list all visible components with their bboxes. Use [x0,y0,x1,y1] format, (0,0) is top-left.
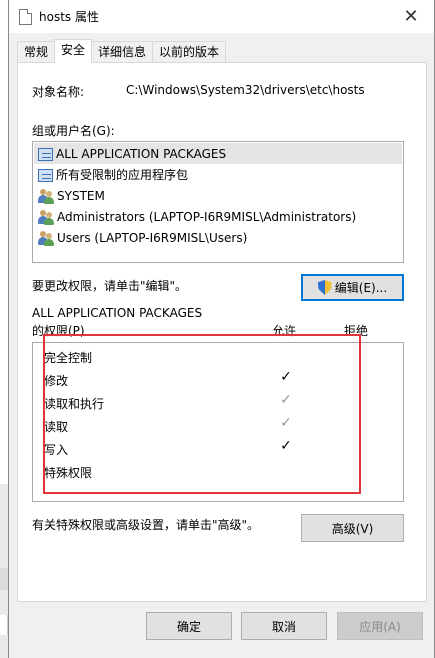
window-title: hosts 属性 [39,10,99,24]
permission-special: 特殊权限 [44,466,93,480]
ok-button[interactable]: 确定 [146,612,232,640]
object-name-value: C:\Windows\System32\drivers\etc\hosts [126,83,365,97]
advanced-hint: 有关特殊权限或高级设置，请单击"高级"。 [32,518,260,532]
groups-label: 组或用户名(G): [32,124,115,138]
list-item-label: 所有受限制的应用程序包 [56,168,189,182]
allow-read-check-icon: ✓ [280,415,292,431]
properties-dialog: hosts 属性 ✕ 常规 安全 详细信息 以前的版本 对象名称: C:\Win… [8,0,435,658]
list-item-restricted-packages[interactable]: 所有受限制的应用程序包 [34,164,402,185]
background-window-edge [0,615,8,635]
list-item-system[interactable]: SYSTEM [34,185,402,206]
deny-column-header: 拒绝 [344,324,369,338]
uac-shield-icon [317,280,332,295]
list-item-label: Users (LAPTOP-I6R9MISL\Users) [57,230,248,245]
list-item-label: SYSTEM [57,188,105,203]
edit-button[interactable]: 编辑(E)... [301,274,404,301]
allow-column-header: 允许 [272,324,297,338]
file-icon [19,9,32,25]
allow-read-execute-check-icon: ✓ [280,392,292,408]
edit-hint: 要更改权限，请单击"编辑"。 [32,279,188,293]
tab-strip: 常规 安全 详细信息 以前的版本 [17,39,227,63]
permissions-principal: ALL APPLICATION PACKAGES [32,306,203,320]
advanced-button[interactable]: 高级(V) [301,514,404,542]
close-button[interactable]: ✕ [388,0,434,33]
permission-read: 读取 [44,420,69,434]
user-group-list[interactable]: ALL APPLICATION PACKAGES 所有受限制的应用程序包 SYS… [32,141,404,263]
allow-write-check-icon: ✓ [280,438,292,454]
users-icon [38,209,54,225]
allow-modify-check-icon: ✓ [280,369,292,385]
list-item-users[interactable]: Users (LAPTOP-I6R9MISL\Users) [34,227,402,248]
tab-previous-versions[interactable]: 以前的版本 [152,41,227,63]
tab-details[interactable]: 详细信息 [91,41,154,63]
cancel-button[interactable]: 取消 [241,612,327,640]
users-icon [38,230,54,246]
permission-modify: 修改 [44,374,69,388]
users-icon [38,188,54,204]
permissions-header-label: 的权限(P) [32,324,85,338]
background-window-edge [0,568,8,590]
tab-security[interactable]: 安全 [54,39,93,63]
apply-button[interactable]: 应用(A) [337,612,423,640]
permission-read-execute: 读取和执行 [44,397,105,411]
list-item-label: Administrators (LAPTOP-I6R9MISL\Administ… [57,209,357,224]
list-item-all-application-packages[interactable]: ALL APPLICATION PACKAGES [34,143,402,164]
object-name-label: 对象名称: [32,85,85,99]
edit-button-label: 编辑(E)... [334,281,388,295]
list-item-label: ALL APPLICATION PACKAGES [56,146,227,161]
package-icon [38,168,53,182]
title-bar: hosts 属性 ✕ [9,0,434,33]
permission-full-control: 完全控制 [44,351,93,365]
tab-general[interactable]: 常规 [17,41,56,63]
permission-write: 写入 [44,443,69,457]
list-item-administrators[interactable]: Administrators (LAPTOP-I6R9MISL\Administ… [34,206,402,227]
package-icon [38,147,53,161]
